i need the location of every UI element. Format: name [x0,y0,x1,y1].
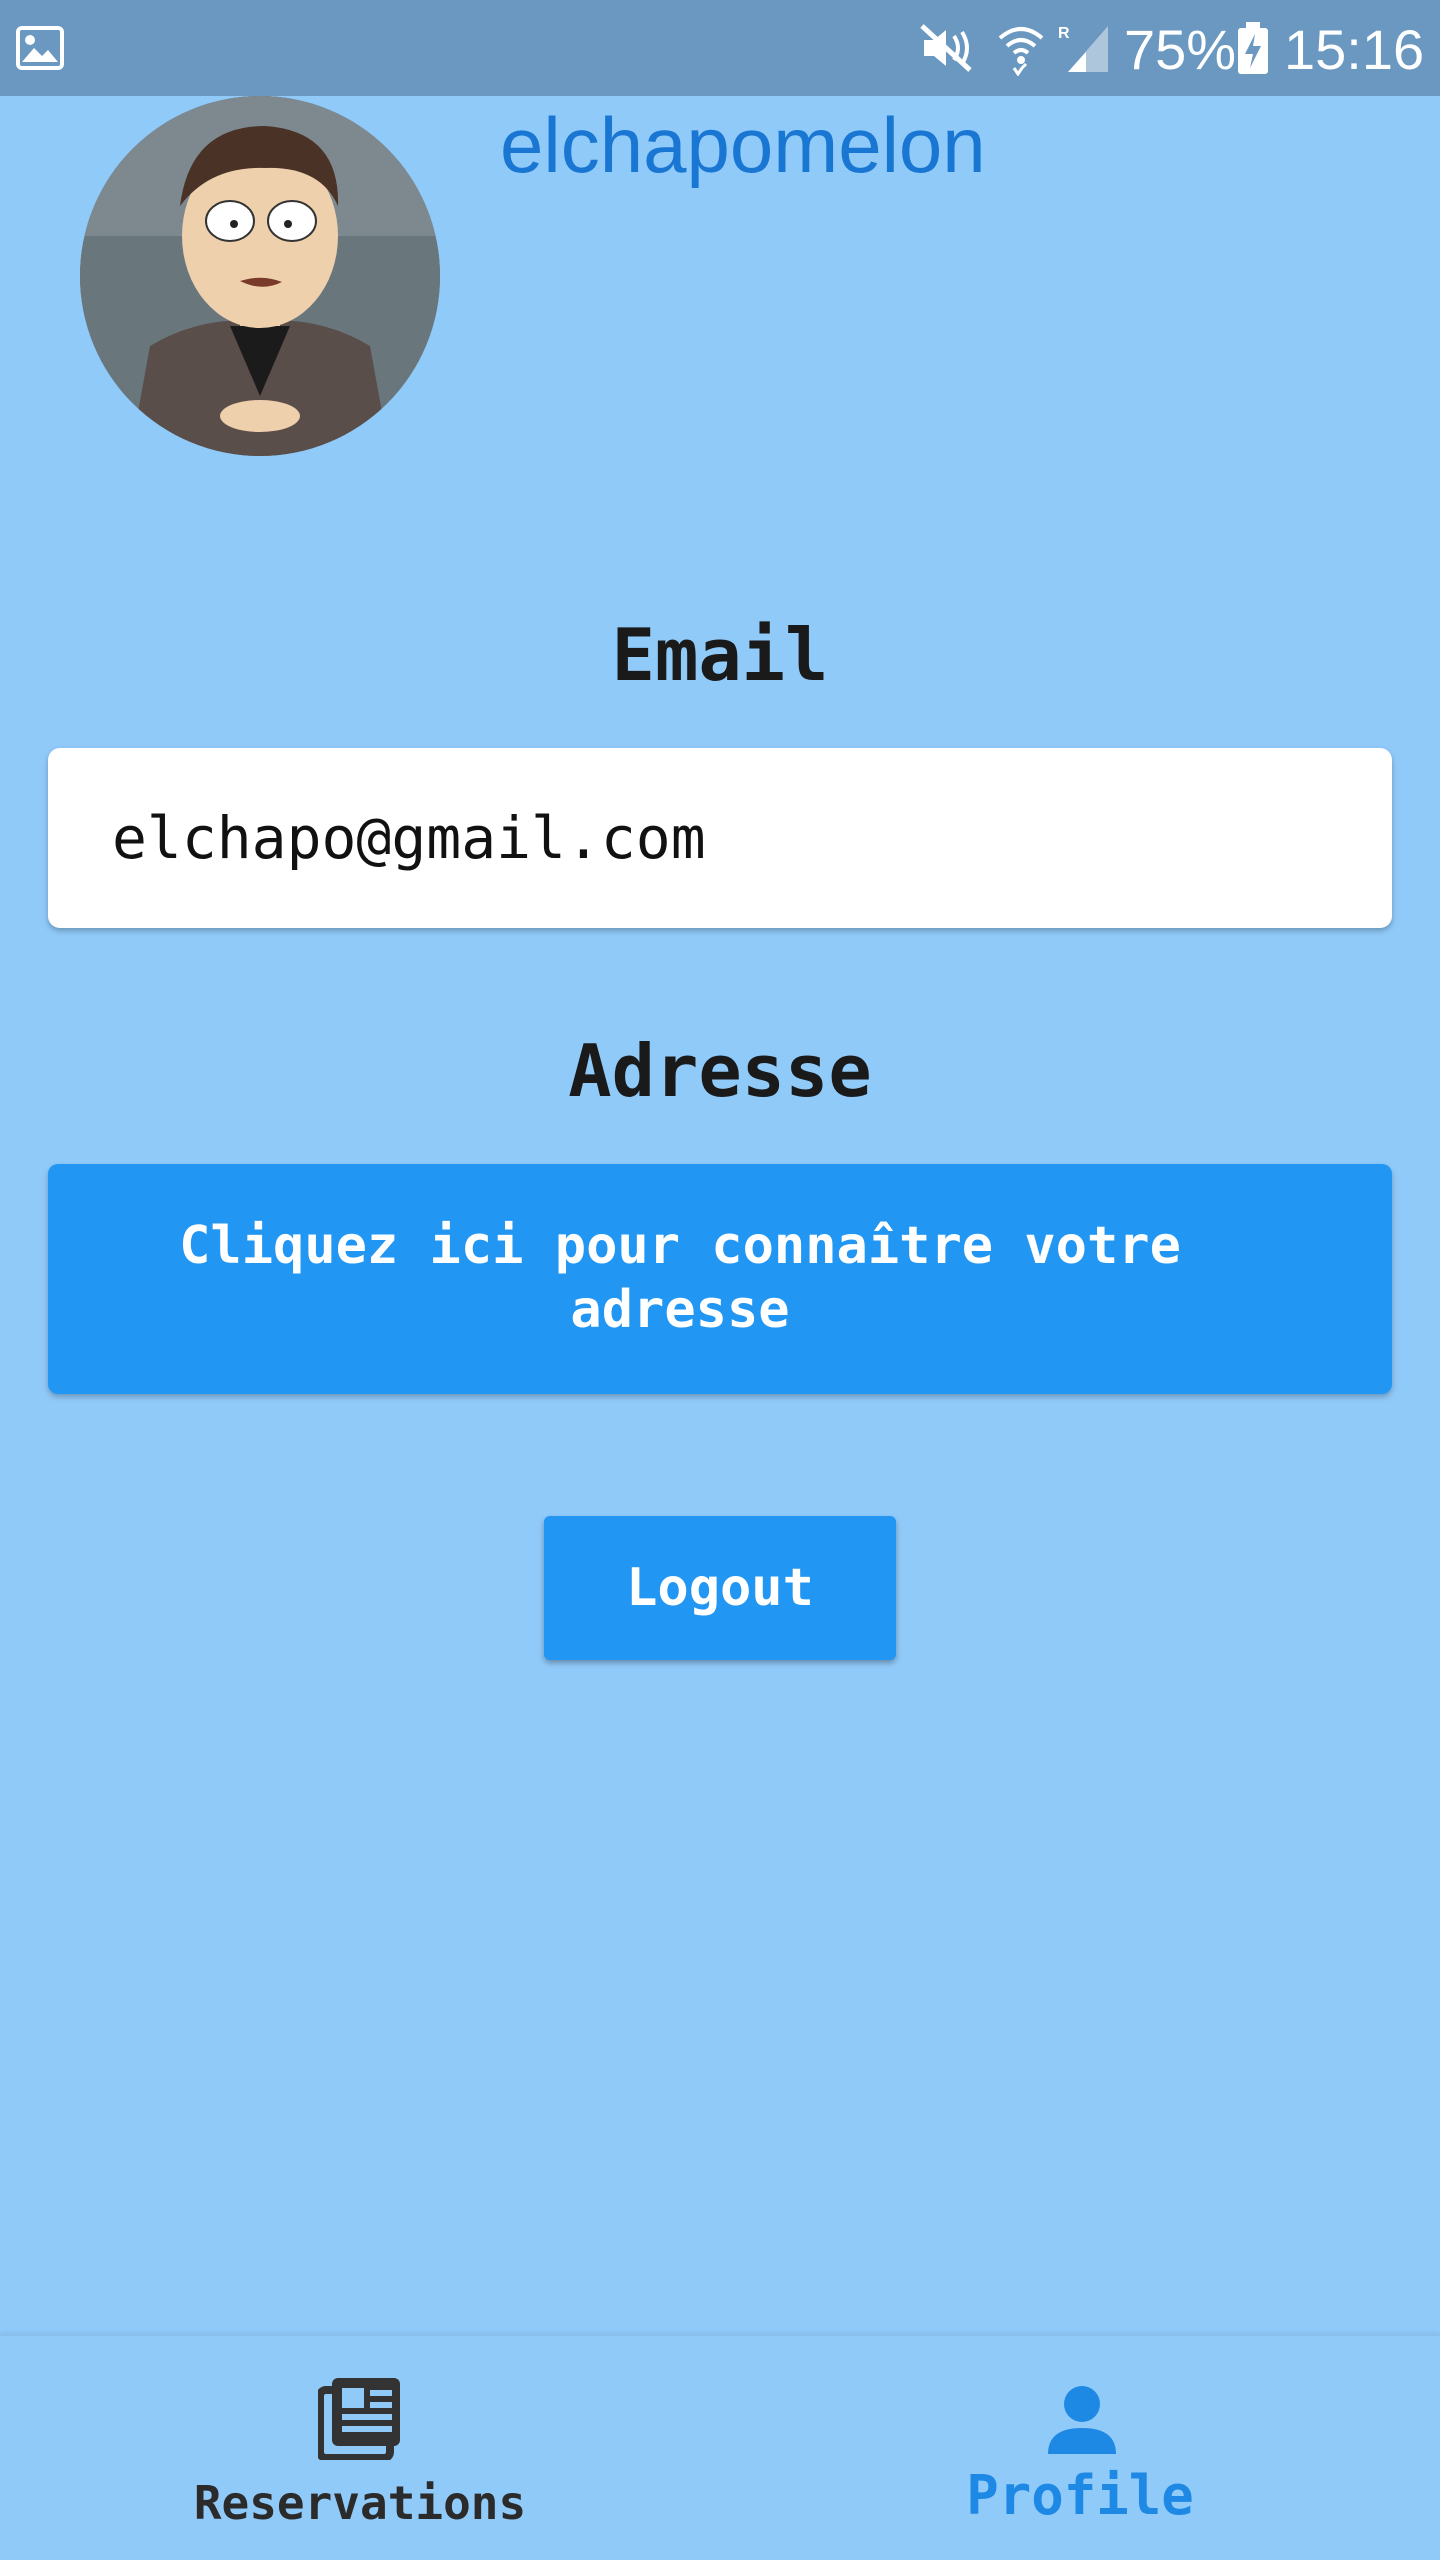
logout-button[interactable]: Logout [544,1516,896,1660]
battery-percent: 75% [1124,18,1237,81]
avatar[interactable] [80,96,440,456]
clock: 15:16 [1284,18,1425,81]
nav-item-profile[interactable]: Profile [720,2336,1440,2560]
email-field[interactable] [48,748,1392,928]
avatar-icon [80,96,440,456]
email-label: Email [611,613,829,697]
nav-label-reservations: Reservations [193,2476,527,2530]
nav-item-reservations[interactable]: Reservations [0,2336,720,2560]
mute-icon [920,24,972,72]
status-bar: R 75% 15:16 [0,0,1440,96]
find-address-button[interactable]: Cliquez ici pour connaître votre adresse [48,1164,1392,1394]
battery-charging-icon [1238,22,1268,74]
signal-icon: R [1058,25,1108,72]
person-icon [1048,2386,1116,2454]
svg-text:R: R [1058,25,1070,42]
address-label: Adresse [568,1029,872,1113]
nav-label-profile: Profile [966,2464,1194,2527]
newspaper-icon [318,2378,400,2460]
bottom-nav: Reservations Profile [0,2334,1440,2560]
username: elchapomelon [500,101,986,189]
wifi-icon [998,27,1044,76]
gallery-icon [16,26,64,70]
